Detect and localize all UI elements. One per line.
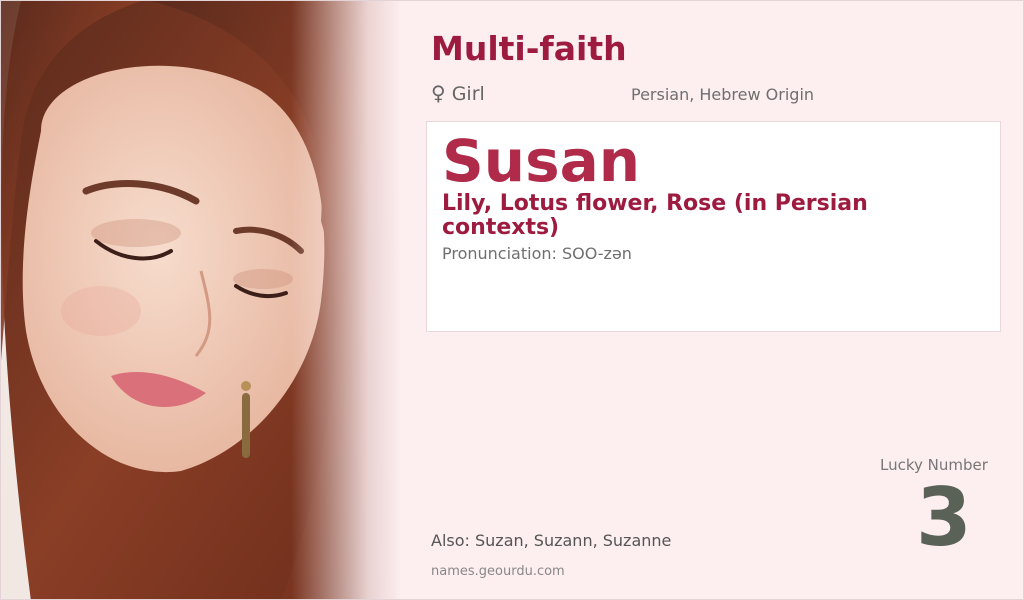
alternate-spellings: Also: Suzan, Suzann, Suzanne bbox=[431, 531, 672, 550]
female-icon: ♀ bbox=[431, 81, 446, 105]
gender-text: Girl bbox=[451, 83, 485, 105]
category-title: Multi-faith bbox=[431, 29, 627, 68]
name-meaning: Lily, Lotus flower, Rose (in Persian con… bbox=[442, 191, 868, 240]
gender-label: ♀ Girl bbox=[431, 81, 485, 105]
name-box: Susan Lily, Lotus flower, Rose (in Persi… bbox=[426, 121, 1001, 332]
site-url: names.geourdu.com bbox=[431, 564, 565, 579]
portrait-photo bbox=[1, 1, 401, 599]
photo-fade bbox=[291, 1, 401, 599]
name-card: Multi-faith ♀ Girl Persian, Hebrew Origi… bbox=[0, 0, 1024, 600]
name-title: Susan bbox=[442, 127, 641, 195]
lucky-number: 3 bbox=[916, 471, 972, 564]
pronunciation: Pronunciation: SOO-zən bbox=[442, 244, 632, 263]
origin-label: Persian, Hebrew Origin bbox=[631, 85, 815, 104]
